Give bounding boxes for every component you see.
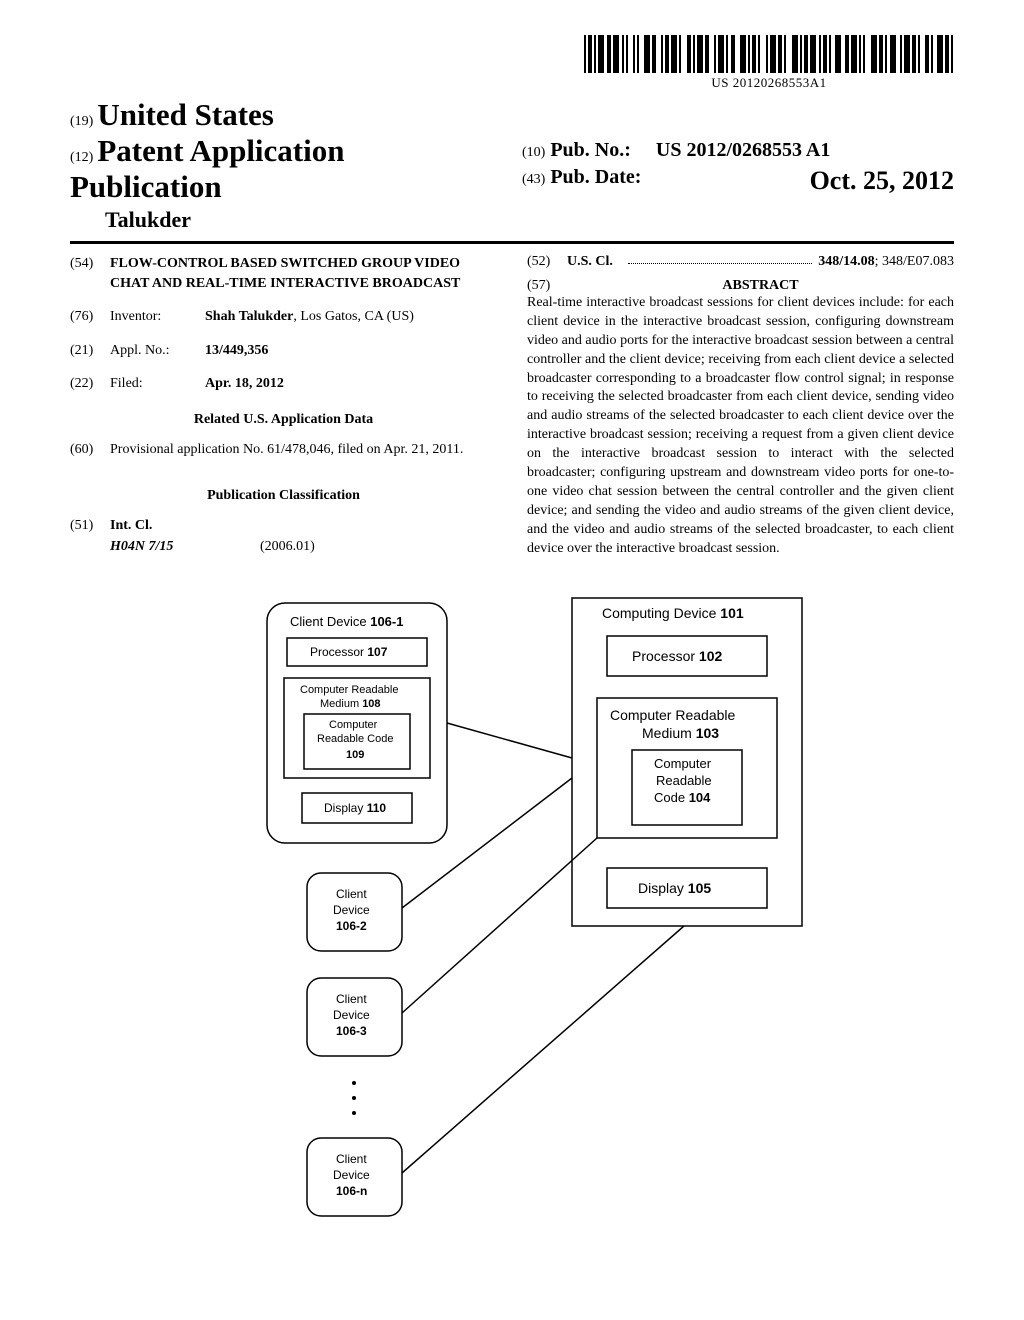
fig-client-2-l1: Client	[336, 887, 367, 901]
code-21: (21)	[70, 341, 110, 361]
header-left: (19) United States (12) Patent Applicati…	[70, 97, 502, 233]
abstract-heading-row: (57) ABSTRACT	[527, 278, 954, 294]
related-text: Provisional application No. 61/478,046, …	[110, 440, 463, 460]
code-12: (12)	[70, 150, 93, 165]
field-uscl: (52) U.S. Cl. 348/14.08; 348/E07.083	[527, 254, 954, 270]
uscl-label: U.S. Cl.	[567, 254, 622, 270]
intcl-line: H04N 7/15 (2006.01)	[110, 539, 497, 555]
fig-client-device-1: Client Device 106-1	[290, 614, 403, 629]
fig-client-2-l2: Device	[333, 903, 370, 917]
filed-label: Filed:	[110, 374, 205, 394]
fig-computing-device: Computing Device 101	[602, 605, 744, 621]
fig-client-3-l1: Client	[336, 992, 367, 1006]
code-54: (54)	[70, 254, 110, 293]
fig-crc-104-l3: Code 104	[654, 790, 711, 805]
code-60: (60)	[70, 440, 110, 470]
left-column: (54) FLOW-CONTROL BASED SWITCHED GROUP V…	[70, 254, 497, 558]
fig-client-3-num: 106-3	[336, 1024, 367, 1038]
code-57: (57)	[527, 278, 567, 294]
dots-leader	[628, 254, 812, 264]
code-19: (19)	[70, 114, 93, 129]
applno-label: Appl. No.:	[110, 341, 205, 361]
inventor-value: Shah Talukder, Los Gatos, CA (US)	[205, 307, 497, 327]
fig-crc-104-l1: Computer	[654, 756, 712, 771]
inventor-surname: Talukder	[105, 207, 502, 233]
field-title: (54) FLOW-CONTROL BASED SWITCHED GROUP V…	[70, 254, 497, 293]
filed-value: Apr. 18, 2012	[205, 374, 497, 394]
code-51: (51)	[70, 516, 110, 536]
code-22: (22)	[70, 374, 110, 394]
code-43: (43)	[522, 172, 545, 187]
pub-date-line: (43) Pub. Date: Oct. 25, 2012	[522, 166, 954, 189]
inventor-name: Shah Talukder	[205, 309, 293, 324]
code-10: (10)	[522, 145, 545, 160]
intcl-class: H04N 7/15	[110, 539, 260, 555]
fig-client-2-num: 106-2	[336, 919, 367, 933]
divider	[70, 241, 954, 244]
pubclass-heading: Publication Classification	[70, 488, 497, 504]
fig-crm-108-l1: Computer Readable	[300, 684, 398, 696]
fig-display-110: Display 110	[324, 801, 386, 815]
pub-date-label: Pub. Date:	[550, 166, 641, 188]
header: (19) United States (12) Patent Applicati…	[70, 97, 954, 233]
field-filed: (22) Filed: Apr. 18, 2012	[70, 374, 497, 394]
fig-client-3-l2: Device	[333, 1008, 370, 1022]
fig-crc-109-l1: Computer	[329, 719, 378, 731]
pub-no-line: (10) Pub. No.: US 2012/0268553 A1	[522, 139, 954, 162]
fig-crc-109-l2: Readable Code	[317, 733, 393, 745]
two-column-body: (54) FLOW-CONTROL BASED SWITCHED GROUP V…	[70, 254, 954, 558]
fig-client-n-l2: Device	[333, 1168, 370, 1182]
barcode: US 20120268553A1	[584, 35, 954, 91]
uscl-rest: ; 348/E07.083	[875, 254, 954, 269]
abstract-text: Real-time interactive broadcast sessions…	[527, 294, 954, 558]
abstract-heading: ABSTRACT	[567, 278, 954, 294]
uscl-bold: 348/14.08	[818, 254, 874, 269]
invention-title: FLOW-CONTROL BASED SWITCHED GROUP VIDEO …	[110, 254, 497, 293]
publication-type: Patent Application Publication	[70, 133, 344, 204]
barcode-area: US 20120268553A1	[70, 35, 954, 92]
fig-processor-102: Processor 102	[632, 648, 722, 664]
country-title: United States	[97, 97, 274, 132]
intcl-year: (2006.01)	[260, 539, 315, 555]
field-applno: (21) Appl. No.: 13/449,356	[70, 341, 497, 361]
fig-crc-109-num: 109	[346, 749, 364, 761]
applno-value: 13/449,356	[205, 341, 497, 361]
uscl-value: 348/14.08; 348/E07.083	[818, 254, 954, 270]
inventor-location: , Los Gatos, CA (US)	[293, 309, 414, 324]
pub-no-label: Pub. No.:	[550, 139, 631, 161]
field-inventor: (76) Inventor: Shah Talukder, Los Gatos,…	[70, 307, 497, 327]
intcl-label: Int. Cl.	[110, 516, 152, 536]
field-related: (60) Provisional application No. 61/478,…	[70, 440, 497, 470]
fig-crm-108-l2: Medium 108	[320, 698, 381, 710]
fig-display-105: Display 105	[638, 880, 711, 896]
pub-date-value: Oct. 25, 2012	[810, 166, 954, 196]
field-intcl: (51) Int. Cl.	[70, 516, 497, 536]
figure: Computing Device 101 Processor 102 Compu…	[70, 588, 954, 1228]
header-right: (10) Pub. No.: US 2012/0268553 A1 (43) P…	[502, 97, 954, 196]
code-76: (76)	[70, 307, 110, 327]
code-52: (52)	[527, 254, 567, 270]
pub-no-value: US 2012/0268553 A1	[656, 139, 830, 161]
fig-client-n-num: 106-n	[336, 1184, 367, 1198]
right-column: (52) U.S. Cl. 348/14.08; 348/E07.083 (57…	[527, 254, 954, 558]
fig-crm-103-l1: Computer Readable	[610, 707, 736, 723]
fig-crc-104-l2: Readable	[656, 773, 712, 788]
fig-crm-103-l2: Medium 103	[642, 725, 719, 741]
barcode-number-text: US 20120268553A1	[584, 75, 954, 91]
related-heading: Related U.S. Application Data	[70, 412, 497, 428]
fig-processor-107: Processor 107	[310, 645, 388, 659]
fig-client-n-l1: Client	[336, 1152, 367, 1166]
inventor-label: Inventor:	[110, 307, 205, 327]
